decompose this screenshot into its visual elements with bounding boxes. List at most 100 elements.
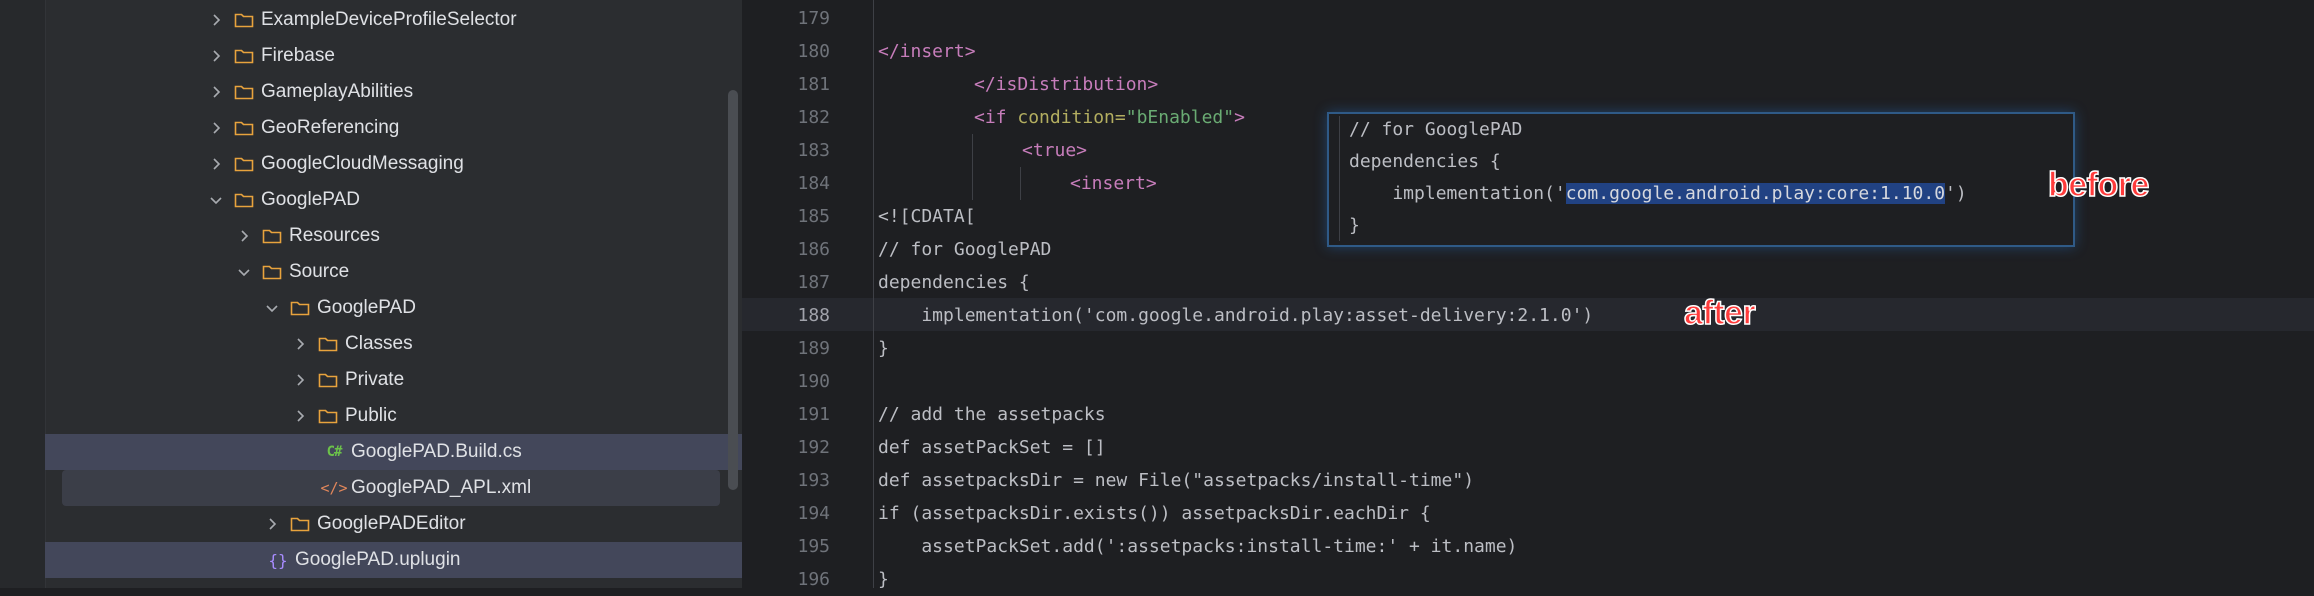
chevron-right-icon[interactable] bbox=[205, 45, 227, 67]
tree-item-label: ExampleDeviceProfileSelector bbox=[261, 9, 517, 30]
chevron-right-icon[interactable] bbox=[205, 81, 227, 103]
indent-guide bbox=[873, 0, 874, 588]
line-number: 186 bbox=[797, 239, 830, 260]
tree-item-label: GooglePADEditor bbox=[317, 513, 466, 534]
tree-item-exampledeviceprofileselector[interactable]: ExampleDeviceProfileSelector bbox=[45, 2, 742, 38]
code-line-187: dependencies { bbox=[878, 272, 1030, 293]
code-line-185: <![CDATA[ bbox=[878, 206, 976, 227]
folder-icon bbox=[233, 189, 255, 211]
line-number: 187 bbox=[797, 272, 830, 293]
selected-text[interactable]: com.google.android.play:core:1.10.0 bbox=[1565, 183, 1946, 204]
tree-item-label: GoogleCloudMessaging bbox=[261, 153, 464, 174]
code-line-184: <insert> bbox=[1070, 167, 1157, 200]
code-line-189: } bbox=[878, 338, 889, 359]
tree-item-private[interactable]: Private bbox=[45, 362, 742, 398]
tree-item-googlecloudmessaging[interactable]: GoogleCloudMessaging bbox=[45, 146, 742, 182]
tree-item-googlepad[interactable]: GooglePAD bbox=[45, 182, 742, 218]
code-editor[interactable]: 179 180 181 182 183 184 185 186 187 188 … bbox=[742, 0, 2314, 590]
csharp-file-icon: C# bbox=[326, 444, 343, 460]
line-number: 184 bbox=[797, 173, 830, 194]
chevron-right-icon[interactable] bbox=[233, 225, 255, 247]
tree-item-label: GooglePAD bbox=[317, 297, 416, 318]
folder-icon bbox=[289, 513, 311, 535]
xml-tag: <if bbox=[974, 107, 1018, 128]
folder-icon bbox=[233, 45, 255, 67]
annotation-before: before bbox=[2047, 165, 2150, 205]
chevron-down-icon[interactable] bbox=[261, 297, 283, 319]
folder-icon bbox=[261, 261, 283, 283]
folder-icon bbox=[317, 405, 339, 427]
popup-line-2: dependencies { bbox=[1349, 151, 1501, 172]
line-number: 193 bbox=[797, 470, 830, 491]
tree-scrollbar[interactable] bbox=[728, 90, 738, 490]
line-number: 192 bbox=[797, 437, 830, 458]
tree-item-label: GooglePAD_APL.xml bbox=[351, 477, 532, 498]
tree-item-gameplayabilities[interactable]: GameplayAbilities bbox=[45, 74, 742, 110]
line-number: 183 bbox=[797, 140, 830, 161]
chevron-right-icon[interactable] bbox=[289, 369, 311, 391]
line-number-gutter: 179 180 181 182 183 184 185 186 187 188 … bbox=[742, 0, 872, 590]
tree-item-googlepad-uplugin[interactable]: {} GooglePAD.uplugin bbox=[45, 542, 742, 578]
chevron-right-icon[interactable] bbox=[205, 153, 227, 175]
code-line-181: </isDistribution> bbox=[974, 68, 1158, 101]
line-number: 196 bbox=[797, 569, 830, 590]
code-line-186: // for GooglePAD bbox=[878, 239, 1052, 260]
chevron-down-icon[interactable] bbox=[205, 189, 227, 211]
xml-attribute: condition= bbox=[1017, 107, 1126, 128]
chevron-right-icon[interactable] bbox=[205, 117, 227, 139]
folder-icon bbox=[261, 225, 283, 247]
folder-icon bbox=[233, 117, 255, 139]
folder-icon bbox=[289, 297, 311, 319]
indent-guide bbox=[1020, 167, 1021, 200]
code-line-188: implementation('com.google.android.play:… bbox=[878, 305, 1594, 326]
code-line-196: } bbox=[878, 569, 889, 590]
tree-item-classes[interactable]: Classes bbox=[45, 326, 742, 362]
indent-guide bbox=[972, 134, 973, 200]
line-number: 194 bbox=[797, 503, 830, 524]
line-number: 188 bbox=[797, 305, 830, 326]
chevron-right-icon[interactable] bbox=[289, 405, 311, 427]
folder-icon bbox=[317, 333, 339, 355]
tree-item-label: Source bbox=[289, 261, 350, 282]
code-line-182: <if condition="bEnabled"> bbox=[974, 101, 1245, 134]
chevron-right-icon[interactable] bbox=[289, 333, 311, 355]
line-number: 189 bbox=[797, 338, 830, 359]
xml-tag: </isDistribution> bbox=[974, 74, 1159, 95]
code-snippet-popup: // for GooglePAD dependencies { implemen… bbox=[1327, 112, 2075, 247]
line-number: 190 bbox=[797, 371, 830, 392]
tree-item-googlepad-build-cs[interactable]: C# GooglePAD.Build.cs bbox=[45, 434, 742, 470]
code-line-183: <true> bbox=[1022, 134, 1087, 167]
folder-icon bbox=[233, 9, 255, 31]
line-number: 180 bbox=[797, 41, 830, 62]
tree-item-label: GameplayAbilities bbox=[261, 81, 414, 102]
xml-tag: </insert> bbox=[878, 41, 976, 62]
project-tree-panel: ExampleDeviceProfileSelector Firebase Ga… bbox=[0, 0, 742, 588]
tree-item-googlepad-source[interactable]: GooglePAD bbox=[45, 290, 742, 326]
tree-gutter bbox=[0, 0, 46, 588]
xml-file-icon: </> bbox=[320, 479, 348, 497]
xml-tag-end: > bbox=[1234, 107, 1245, 128]
tree-item-label: GeoReferencing bbox=[261, 117, 400, 138]
line-number: 191 bbox=[797, 404, 830, 425]
line-number: 181 bbox=[797, 74, 830, 95]
line-number: 182 bbox=[797, 107, 830, 128]
chevron-down-icon[interactable] bbox=[233, 261, 255, 283]
tree-item-public[interactable]: Public bbox=[45, 398, 742, 434]
tree-item-label: Firebase bbox=[261, 45, 335, 66]
popup-line-4: } bbox=[1349, 215, 1360, 236]
tree-item-source[interactable]: Source bbox=[45, 254, 742, 290]
folder-icon bbox=[317, 369, 339, 391]
tree-item-googlepad-apl-xml[interactable]: </> GooglePAD_APL.xml bbox=[62, 470, 720, 506]
line-number: 179 bbox=[797, 8, 830, 29]
tree-item-georeferencing[interactable]: GeoReferencing bbox=[45, 110, 742, 146]
line-number: 195 bbox=[797, 536, 830, 557]
chevron-right-icon[interactable] bbox=[205, 9, 227, 31]
code-line-193: def assetpacksDir = new File("assetpacks… bbox=[878, 470, 1475, 491]
indent-guide bbox=[1339, 116, 1340, 241]
tree-item-label: Resources bbox=[289, 225, 380, 246]
tree-item-googlepadeditor[interactable]: GooglePADEditor bbox=[45, 506, 742, 542]
chevron-right-icon[interactable] bbox=[261, 513, 283, 535]
json-file-icon: {} bbox=[268, 550, 288, 570]
tree-item-firebase[interactable]: Firebase bbox=[45, 38, 742, 74]
tree-item-resources[interactable]: Resources bbox=[45, 218, 742, 254]
